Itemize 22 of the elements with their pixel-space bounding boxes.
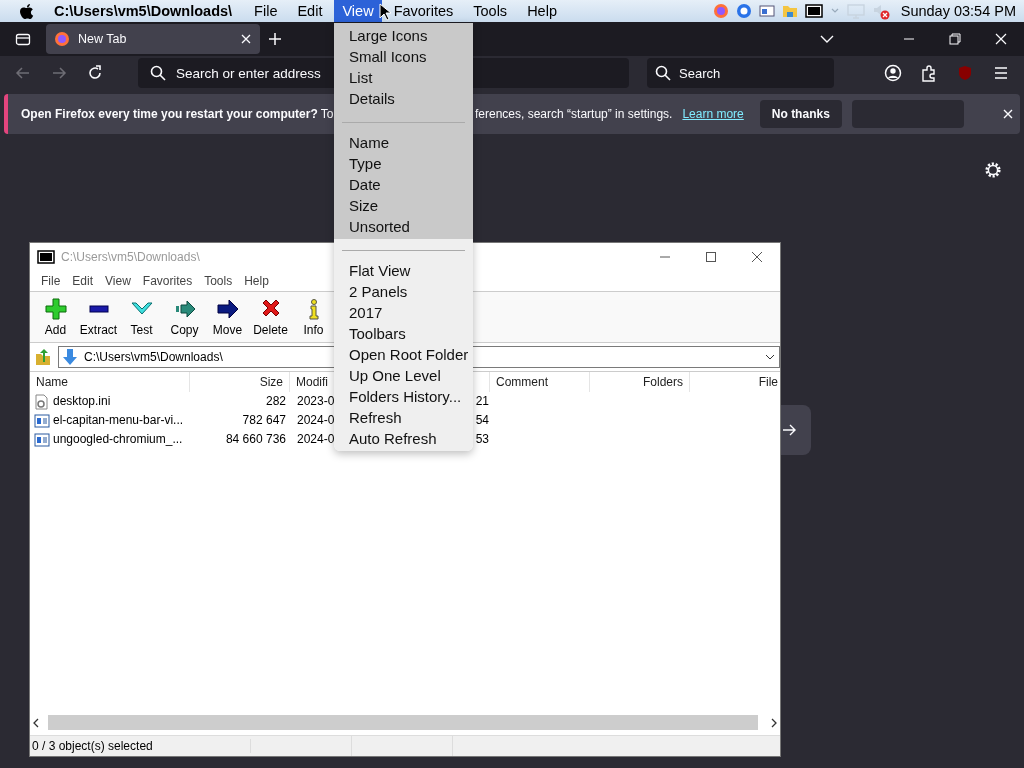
date-text: 2024-0 [297,431,335,448]
status-text: 0 / 3 object(s) selected [30,739,251,753]
file-size: 84 660 736 [225,431,286,448]
clock-text: Sunday 03:54 PM [900,3,1016,19]
path-text: C:\Users\vm5\Downloads\ [84,349,223,364]
address-placeholder: Search or enter address [176,65,321,81]
date-text: 54 [475,412,489,429]
window-title: C:\Users\vm5\Downloads\ [61,249,200,264]
file-name: el-capitan-menu-bar-vi... [53,412,184,429]
file-name: desktop.ini [53,393,111,410]
file-size: 782 647 [242,412,286,429]
file-size: 282 [265,393,286,410]
notification-text: Open Firefox every time you restart your computer? To [21,107,334,121]
date-text: 2024-0 [297,412,335,429]
app-title: C:\Users\vm5\Downloads\ [54,3,233,19]
search-placeholder: Search [679,65,721,81]
tab-title: New Tab [78,32,128,46]
date-text: 53 [475,431,489,448]
date-text: 2023-0 [297,393,335,410]
notification-text: ferences, search “startup” in settings. [475,107,673,121]
date-text: 21 [475,393,489,410]
file-name: ungoogled-chromium_... [53,431,183,448]
